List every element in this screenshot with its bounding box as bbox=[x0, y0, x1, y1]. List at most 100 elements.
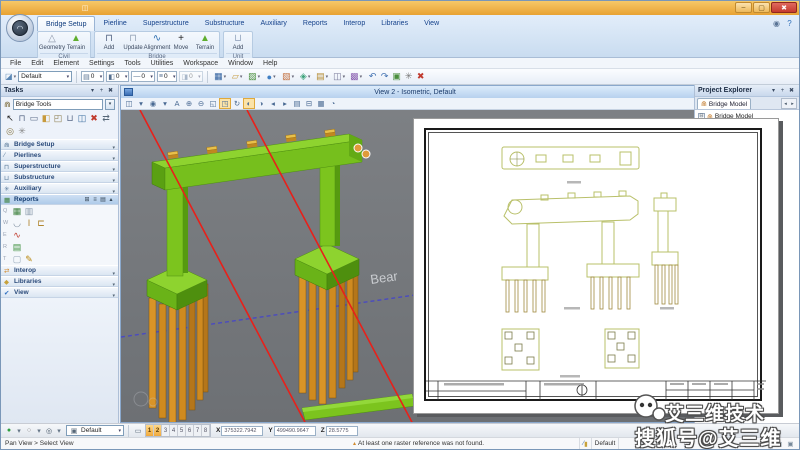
view-display-mode-icon[interactable]: ◫ bbox=[123, 98, 135, 109]
line-style-combo[interactable]: —0 bbox=[131, 71, 155, 82]
references-icon[interactable]: ◫ bbox=[331, 70, 348, 83]
place-abutment-icon[interactable]: ⊔ bbox=[64, 112, 76, 125]
panel-menu-icon[interactable]: ▾ bbox=[769, 86, 778, 95]
task-selector[interactable]: Bridge Tools bbox=[13, 99, 103, 110]
quantities-report-icon[interactable]: ▤ bbox=[11, 241, 23, 253]
tab-view[interactable]: View bbox=[416, 16, 447, 31]
view-toggle-1-icon[interactable]: 1 bbox=[146, 425, 154, 436]
clip-mask-icon[interactable]: ▦ bbox=[315, 98, 327, 109]
properties-icon[interactable]: ✳ bbox=[403, 70, 415, 83]
menu-element[interactable]: Element bbox=[48, 58, 84, 69]
redo-icon[interactable]: ↷ bbox=[379, 70, 391, 83]
blank-report-icon[interactable]: ▢ bbox=[11, 253, 23, 265]
terrain-button[interactable]: ▲Terrain bbox=[193, 33, 217, 52]
menu-workspace[interactable]: Workspace bbox=[178, 58, 223, 69]
section-bridge-setup[interactable]: ⋒Bridge Setup bbox=[1, 139, 118, 150]
accudraw-menu-icon[interactable]: ▾ bbox=[34, 425, 44, 436]
alignment-button[interactable]: ∿Alignment bbox=[145, 33, 169, 52]
report-document-icon[interactable]: ▥ bbox=[23, 205, 35, 217]
section-interop[interactable]: ⇄Interop bbox=[1, 265, 118, 276]
element-selection-icon[interactable]: ↖ bbox=[4, 112, 16, 125]
update-bridge-button[interactable]: ⊓Update bbox=[121, 33, 145, 52]
place-beam-icon[interactable]: ▭ bbox=[28, 112, 40, 125]
section-auxiliary[interactable]: ✳Auxiliary bbox=[1, 183, 118, 194]
cells-icon[interactable]: ◈ bbox=[297, 70, 314, 83]
deck-shape-icon[interactable]: ◡ bbox=[11, 217, 23, 229]
settings-gear-icon[interactable]: ✳ bbox=[16, 125, 28, 138]
tab-reports[interactable]: Reports bbox=[295, 16, 336, 31]
snap-menu-icon[interactable]: ▾ bbox=[54, 425, 64, 436]
models-icon[interactable]: ▨ bbox=[246, 70, 263, 83]
tab-scroll-left-icon[interactable]: ◂ bbox=[782, 99, 789, 108]
close-window-icon[interactable]: ✖ bbox=[771, 2, 797, 13]
x-value-field[interactable]: 375322.7942 bbox=[221, 426, 263, 436]
clip-volume-icon[interactable]: ⊟ bbox=[303, 98, 315, 109]
section-libraries[interactable]: ◆Libraries bbox=[1, 276, 118, 287]
anchor-point-icon[interactable]: ◎ bbox=[4, 125, 16, 138]
view-next-icon[interactable]: ▸ bbox=[279, 98, 291, 109]
active-color-combo[interactable]: ◧0 bbox=[106, 71, 129, 82]
accudraw-icon[interactable]: ○ bbox=[24, 425, 34, 436]
fence-icon[interactable]: ▭ bbox=[133, 425, 143, 436]
swap-icon[interactable]: ⇄ bbox=[100, 112, 112, 125]
status-snap-cell[interactable]: ∕▮ bbox=[579, 438, 591, 449]
menu-file[interactable]: File bbox=[5, 58, 26, 69]
explorer-icon[interactable]: ▣ bbox=[391, 70, 403, 83]
place-deck-icon[interactable]: ◫ bbox=[76, 112, 88, 125]
section-view[interactable]: ✔View bbox=[1, 287, 118, 298]
pin-icon[interactable]: + bbox=[97, 86, 106, 95]
grid-view-icon[interactable]: ⊞ bbox=[83, 196, 91, 204]
render-menu-icon[interactable]: ▾ bbox=[159, 98, 171, 109]
panel-menu-icon[interactable]: ▾ bbox=[88, 86, 97, 95]
walk-icon[interactable]: ◑ bbox=[255, 98, 267, 109]
zoom-in-icon[interactable]: ⊕ bbox=[183, 98, 195, 109]
task-selector-dropdown[interactable]: ▾ bbox=[105, 99, 115, 110]
window-area-icon[interactable]: ◱ bbox=[207, 98, 219, 109]
tab-interop[interactable]: Interop bbox=[335, 16, 373, 31]
pin-icon[interactable]: + bbox=[778, 86, 787, 95]
tab-auxiliary[interactable]: Auxiliary bbox=[252, 16, 294, 31]
add-bridge-button[interactable]: ⊓Add bbox=[97, 33, 121, 52]
edit-pencil-icon[interactable]: ✎ bbox=[23, 253, 35, 265]
menu-window[interactable]: Window bbox=[223, 58, 258, 69]
maximize-window-icon[interactable]: ▢ bbox=[753, 2, 770, 13]
detail-view-icon[interactable]: ▤ bbox=[99, 196, 107, 204]
menu-edit[interactable]: Edit bbox=[26, 58, 48, 69]
accusnap-menu-icon[interactable]: ▾ bbox=[14, 425, 24, 436]
drawing-sheet-window[interactable] bbox=[413, 118, 779, 414]
place-pier-icon[interactable]: ⊓ bbox=[16, 112, 28, 125]
active-style-select[interactable]: Default bbox=[18, 71, 72, 82]
report-table-icon[interactable]: ▦ bbox=[11, 205, 23, 217]
view-toggle-2-icon[interactable]: 2 bbox=[154, 425, 162, 436]
new-file-icon[interactable]: ▱ bbox=[229, 70, 246, 83]
section-reports[interactable]: ▦Reports⊞≡▤▴ bbox=[1, 194, 118, 205]
active-level-combo[interactable]: ▤0 bbox=[81, 71, 104, 82]
undo-icon[interactable]: ↶ bbox=[367, 70, 379, 83]
active-element-template-button[interactable]: ◪ bbox=[5, 72, 16, 81]
channel-shape-icon[interactable]: ⊏ bbox=[35, 217, 47, 229]
primary-tools-icon[interactable]: ▦ bbox=[212, 70, 229, 83]
lock-icon[interactable]: ▮ bbox=[584, 440, 588, 448]
render-mode-icon[interactable]: ◉ bbox=[147, 98, 159, 109]
transparency-combo[interactable]: ◨0 bbox=[179, 71, 202, 82]
locks-select[interactable]: ▣Default bbox=[66, 425, 124, 436]
place-bearing-icon[interactable]: ◧ bbox=[40, 112, 52, 125]
view-toggle-5-icon[interactable]: 5 bbox=[178, 425, 186, 436]
section-substructure[interactable]: ⊔Substructure bbox=[1, 172, 118, 183]
i-beam-icon[interactable]: I bbox=[23, 217, 35, 229]
delete-element-icon[interactable]: ✖ bbox=[415, 70, 427, 83]
view-toggle-7-icon[interactable]: 7 bbox=[194, 425, 202, 436]
menu-settings[interactable]: Settings bbox=[84, 58, 119, 69]
level-display-icon[interactable]: ▤ bbox=[314, 70, 331, 83]
view-previous-icon[interactable]: ◂ bbox=[267, 98, 279, 109]
move-bridge-button[interactable]: +Move bbox=[169, 33, 193, 52]
delete-bridge-icon[interactable]: ✖ bbox=[88, 112, 100, 125]
tab-substructure[interactable]: Substructure bbox=[197, 16, 253, 31]
rotate-view-icon[interactable]: ↻ bbox=[231, 98, 243, 109]
display-menu-icon[interactable]: ▾ bbox=[135, 98, 147, 109]
menu-help[interactable]: Help bbox=[258, 58, 282, 69]
raster-manager-icon[interactable]: ▩ bbox=[348, 70, 365, 83]
view-toggle-3-icon[interactable]: 3 bbox=[162, 425, 170, 436]
view-2-title-bar[interactable]: View 2 - Isometric, Default bbox=[121, 86, 697, 98]
zoom-out-icon[interactable]: ⊖ bbox=[195, 98, 207, 109]
